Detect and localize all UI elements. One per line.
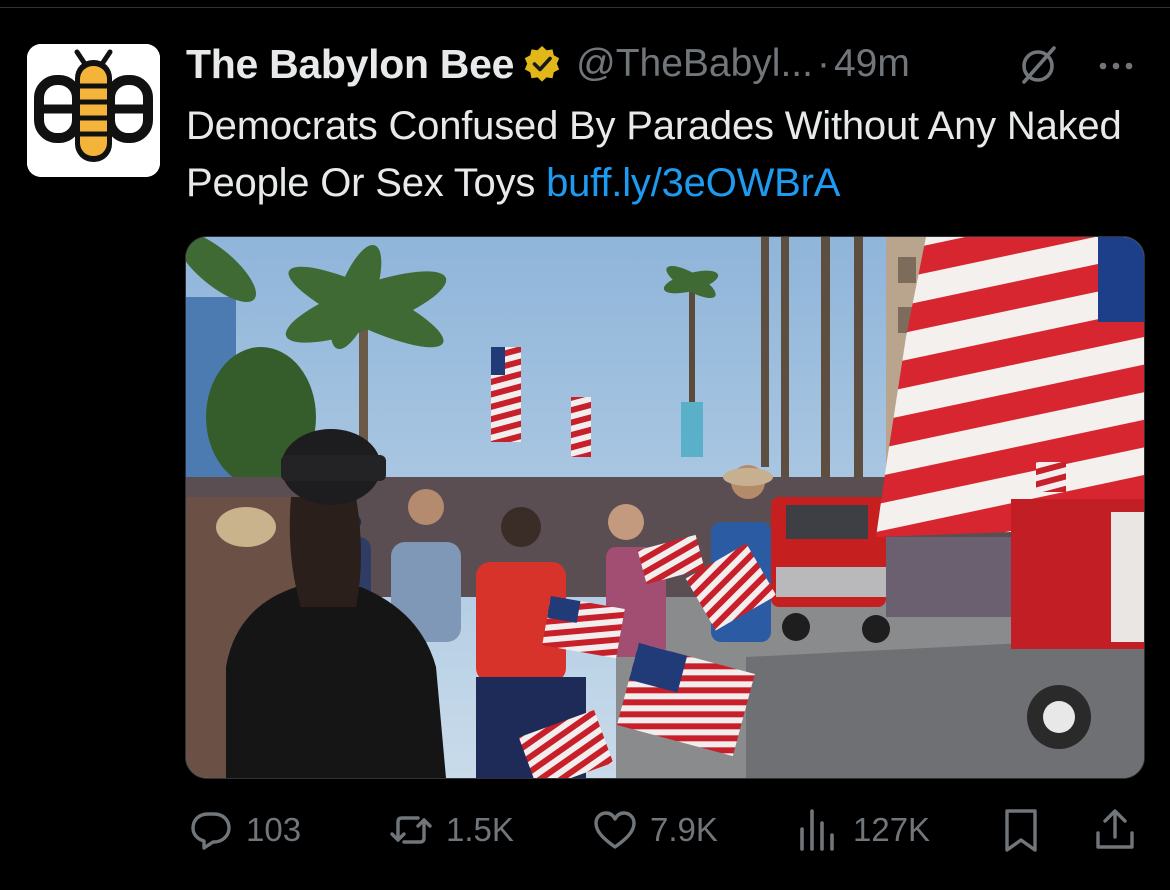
parade-photo [186, 237, 1144, 778]
reply-button[interactable]: 103 [188, 800, 301, 860]
repost-icon [390, 816, 432, 844]
grok-icon[interactable] [1016, 42, 1062, 88]
handle[interactable]: @TheBabyl... [576, 42, 813, 86]
tweet-text: Democrats Confused By Parades Without An… [186, 98, 1126, 212]
more-icon[interactable] [1096, 46, 1136, 86]
like-button[interactable]: 7.9K [592, 800, 718, 860]
share-button[interactable] [1092, 800, 1138, 860]
display-name[interactable]: The Babylon Bee [186, 41, 514, 88]
views-button[interactable]: 127K [795, 800, 930, 860]
like-count: 7.9K [650, 811, 718, 848]
reply-count: 103 [246, 811, 302, 848]
top-divider [0, 7, 1170, 8]
like-icon [594, 811, 636, 849]
reply-icon [191, 812, 231, 850]
tweet-header: The Babylon Bee @TheBabyl... · 49m [186, 40, 1146, 88]
avatar[interactable] [27, 44, 160, 177]
babylon-bee-logo [27, 44, 160, 177]
share-icon [1096, 809, 1134, 849]
separator-dot: · [816, 42, 830, 85]
views-icon [800, 809, 834, 851]
repost-button[interactable]: 1.5K [388, 800, 514, 860]
repost-count: 1.5K [446, 811, 514, 848]
bookmark-button[interactable] [998, 800, 1044, 860]
verified-badge-icon[interactable] [522, 44, 562, 84]
tweet-link[interactable]: buff.ly/3eOWBrA [546, 161, 840, 205]
tweet-actions: 103 1.5K 7.9K 127K [0, 800, 1170, 860]
views-count: 127K [853, 811, 931, 848]
bookmark-icon [1005, 809, 1037, 852]
timestamp[interactable]: 49m [834, 42, 910, 86]
tweet-media-image[interactable] [185, 236, 1145, 779]
